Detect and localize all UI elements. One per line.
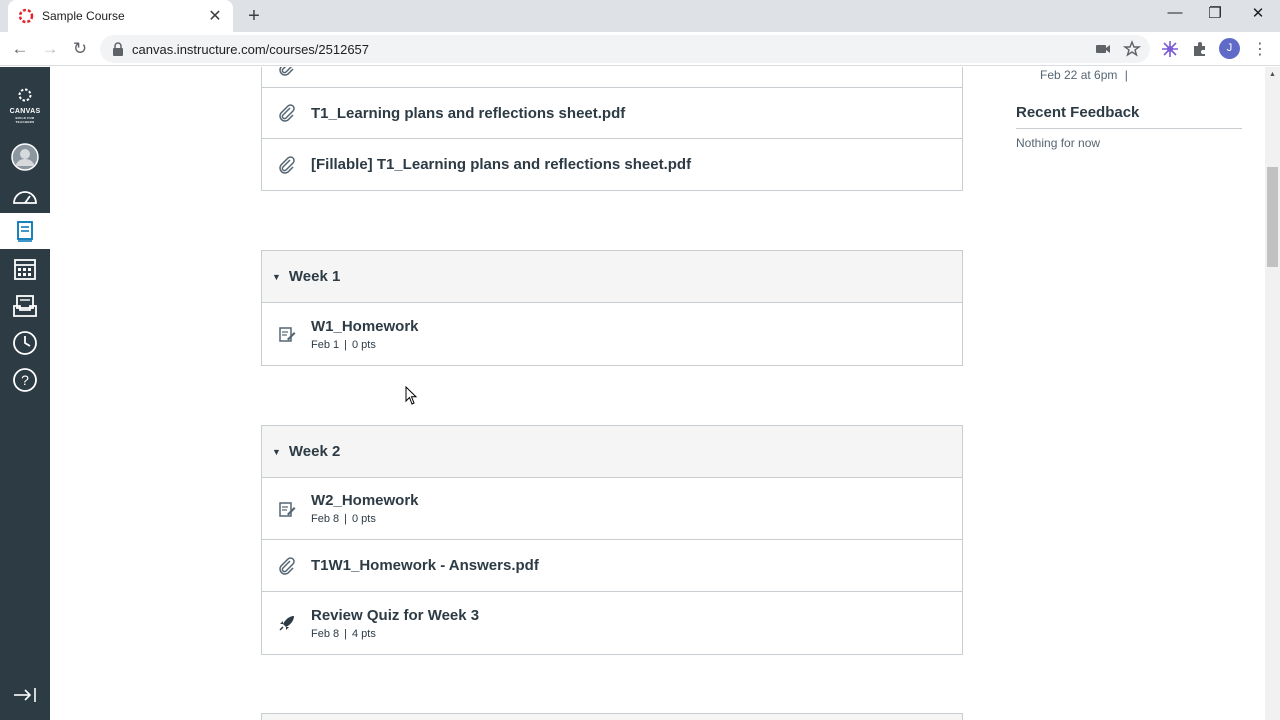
points: 4 pts	[352, 627, 376, 640]
bookmark-star-icon[interactable]	[1123, 40, 1141, 58]
module-next	[261, 713, 963, 720]
inbox-icon	[13, 295, 37, 317]
scroll-thumb[interactable]	[1267, 167, 1278, 267]
module-week-1: ▼ Week 1 W1_Homework Feb 1 | 0 pts	[261, 250, 963, 366]
forward-icon[interactable]: →	[38, 37, 62, 61]
close-tab-icon[interactable]: ✕	[207, 6, 223, 26]
canvas-favicon-icon	[18, 8, 34, 24]
due-date: Feb 1	[311, 338, 340, 351]
points: 0 pts	[352, 513, 376, 525]
module-header[interactable]: ▼ Week 1	[262, 251, 962, 303]
account-avatar-icon	[11, 143, 39, 171]
todo-date: Feb 22 at 6pm |	[1040, 68, 1242, 82]
module-week-2: ▼ Week 2 W2_Homework Feb 8 | 0 pts T1W1_Ho…	[261, 425, 963, 655]
module-item[interactable]: W2_Homework Feb 8 | 0 pts	[262, 478, 962, 540]
module-item[interactable]: [Fillable] T1_Learning plans and reflect…	[262, 139, 962, 190]
recent-feedback-empty: Nothing for now	[1016, 136, 1101, 150]
points: 0 pts	[352, 338, 376, 351]
module-item-title[interactable]: W2_Homework	[311, 492, 419, 509]
global-navigation: CANVAS BUILD FOR TEACHERS ?	[0, 67, 50, 720]
new-tab-button[interactable]: +	[244, 6, 264, 26]
attachment-icon	[279, 556, 295, 575]
camera-icon[interactable]	[1094, 40, 1112, 58]
browser-menu-icon[interactable]: ⋮	[1252, 39, 1268, 59]
module-item-title[interactable]: T1W1_Homework - Answers.pdf	[311, 557, 539, 574]
collapse-caret-icon[interactable]: ▼	[272, 272, 281, 282]
module-item[interactable]: T1W1_Homework - Answers.pdf	[262, 540, 962, 592]
module-item-partial[interactable]	[262, 67, 962, 88]
module-item[interactable]: T1_Learning plans and reflections sheet.…	[262, 88, 962, 139]
url-text: canvas.instructure.com/courses/2512657	[132, 41, 370, 57]
browser-tab[interactable]: Sample Course ✕	[8, 0, 233, 32]
nav-account[interactable]	[0, 139, 50, 175]
right-sidebar: Feb 22 at 6pm | Recent Feedback Nothing …	[1016, 67, 1242, 150]
due-date: Feb 8	[311, 627, 340, 640]
nav-history[interactable]	[0, 325, 50, 361]
minimize-icon[interactable]: —	[1160, 4, 1190, 26]
dashboard-icon	[13, 191, 37, 204]
browser-tab-strip: Sample Course ✕ + — ❐ ✕	[0, 0, 1280, 32]
nav-collapse[interactable]	[0, 677, 50, 713]
attachment-icon	[279, 155, 295, 174]
module-item-meta: Feb 8 | 0 pts	[311, 513, 376, 525]
back-icon[interactable]: ←	[8, 37, 32, 61]
lock-icon	[113, 42, 123, 56]
attachment-icon	[279, 67, 294, 76]
page-scrollbar[interactable]: ▲	[1265, 67, 1280, 720]
courses-book-icon	[17, 221, 33, 242]
mouse-cursor-icon	[405, 386, 418, 405]
profile-avatar[interactable]: J	[1219, 38, 1240, 59]
address-bar[interactable]: canvas.instructure.com/courses/2512657	[100, 35, 1150, 63]
module-item-title[interactable]: [Fillable] T1_Learning plans and reflect…	[311, 156, 691, 173]
todo-date-text: Feb 22 at 6pm	[1040, 68, 1118, 82]
due-date: Feb 8	[311, 513, 340, 525]
reload-icon[interactable]: ↻	[68, 37, 92, 61]
collapse-arrow-icon	[14, 688, 36, 702]
module-item[interactable]: W1_Homework Feb 1 | 0 pts	[262, 303, 962, 365]
nav-inbox[interactable]	[0, 288, 50, 324]
calendar-icon	[14, 259, 36, 280]
extension-flower-icon[interactable]	[1161, 40, 1179, 58]
restore-icon[interactable]: ❐	[1200, 4, 1230, 26]
assignment-icon	[279, 327, 296, 342]
canvas-logo-icon	[18, 88, 32, 102]
close-window-icon[interactable]: ✕	[1243, 4, 1273, 26]
module-item[interactable]: Review Quiz for Week 3 Feb 8 | 4 pts	[262, 592, 962, 654]
module-item-meta: Feb 1 | 0 pts	[311, 338, 376, 351]
recent-feedback-title: Recent Feedback	[1016, 104, 1242, 129]
quiz-rocket-icon	[279, 616, 294, 631]
todo-separator: |	[1124, 68, 1128, 82]
nav-courses[interactable]	[0, 213, 50, 249]
module-title: Week 1	[288, 268, 341, 285]
module-item-title[interactable]: W1_Homework	[311, 318, 419, 335]
canvas-logo[interactable]: CANVAS BUILD FOR TEACHERS	[8, 87, 42, 124]
assignment-icon	[279, 501, 296, 517]
module-header[interactable]: ▼ Week 2	[262, 426, 962, 478]
scroll-up-arrow-icon[interactable]: ▲	[1269, 71, 1276, 78]
module-previous: T1_Learning plans and reflections sheet.…	[261, 67, 963, 191]
history-clock-icon	[13, 331, 37, 355]
attachment-icon	[279, 104, 295, 122]
logo-text: CANVAS	[9, 108, 41, 115]
browser-toolbar: ← → ↻ canvas.instructure.com/courses/251…	[0, 32, 1280, 66]
svg-text:?: ?	[21, 372, 29, 388]
extensions-puzzle-icon[interactable]	[1191, 40, 1209, 58]
collapse-caret-icon[interactable]: ▼	[272, 447, 281, 457]
course-content: T1_Learning plans and reflections sheet.…	[50, 67, 1265, 720]
module-item-meta: Feb 8 | 4 pts	[311, 627, 376, 640]
nav-help[interactable]: ?	[0, 362, 50, 398]
module-item-title[interactable]: Review Quiz for Week 3	[311, 607, 479, 624]
logo-subtext: BUILD FOR TEACHERS	[15, 116, 35, 124]
help-icon: ?	[13, 368, 37, 392]
tab-title: Sample Course	[42, 9, 125, 23]
module-title: Week 2	[288, 443, 341, 460]
module-item-title[interactable]: T1_Learning plans and reflections sheet.…	[311, 105, 625, 122]
nav-dashboard[interactable]	[0, 179, 50, 215]
nav-calendar[interactable]	[0, 251, 50, 287]
